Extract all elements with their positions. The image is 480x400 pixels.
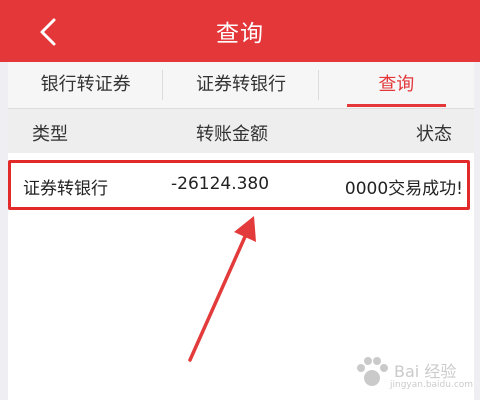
header-bar: 查询 bbox=[0, 0, 480, 62]
table-header: 类型 转账金额 状态 bbox=[8, 108, 474, 154]
app-screen: 查询 银行转证券 证券转银行 查询 类型 转账金额 状态 证券转银行 -2612… bbox=[0, 0, 480, 400]
tab-label: 查询 bbox=[378, 74, 415, 95]
tab-bar: 银行转证券 证券转银行 查询 bbox=[8, 62, 474, 108]
paw-icon bbox=[357, 357, 388, 386]
tab-label: 银行转证券 bbox=[40, 74, 131, 95]
tab-query[interactable]: 查询 bbox=[319, 62, 474, 108]
column-header-type: 类型 bbox=[32, 124, 68, 145]
tab-securities-to-bank[interactable]: 证券转银行 bbox=[163, 62, 319, 108]
annotation-arrow-icon bbox=[188, 216, 256, 362]
tab-bank-to-securities[interactable]: 银行转证券 bbox=[8, 62, 164, 108]
cell-type: 证券转银行 bbox=[23, 179, 108, 199]
watermark: Bai 经验 jingyan.baidu.com bbox=[352, 352, 474, 392]
watermark-subtext: jingyan.baidu.com bbox=[390, 380, 474, 390]
watermark-text: Bai 经验 bbox=[394, 362, 457, 381]
cell-status: 0000交易成功! bbox=[344, 179, 463, 199]
column-header-amount: 转账金额 bbox=[196, 124, 268, 145]
column-header-status: 状态 bbox=[416, 124, 452, 145]
tab-label: 证券转银行 bbox=[195, 74, 286, 95]
page-title: 查询 bbox=[216, 21, 264, 47]
cell-amount: -26124.380 bbox=[171, 174, 270, 194]
table-row[interactable]: 证券转银行 -26124.380 0000交易成功! bbox=[8, 160, 470, 210]
